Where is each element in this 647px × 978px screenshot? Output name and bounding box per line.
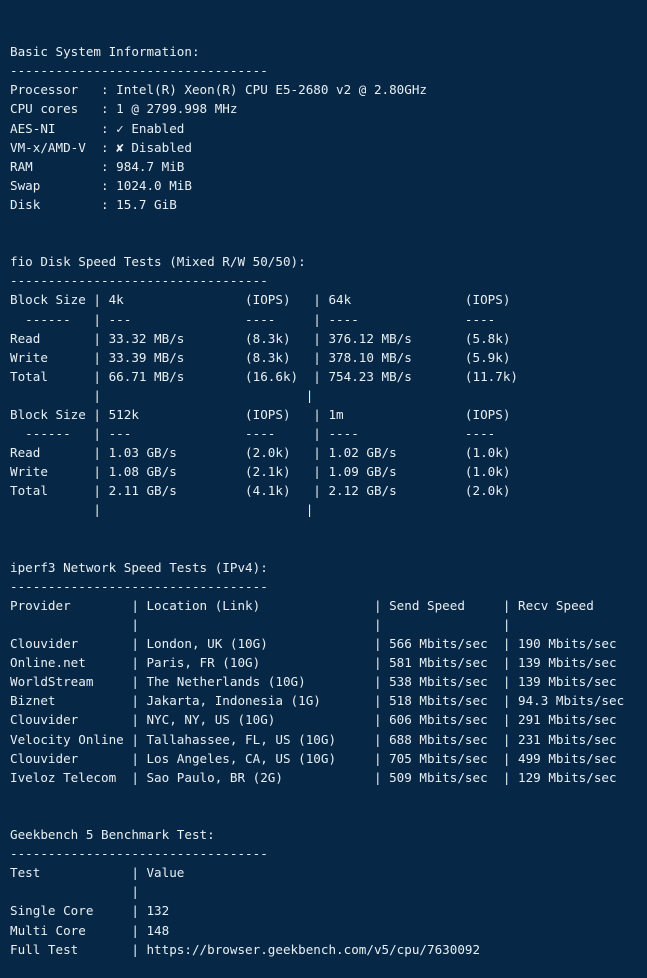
iperf-row-2: WorldStream | The Netherlands (10G) | 53… [10,674,617,690]
iperf-heading: iperf3 Network Speed Tests (IPv4): [10,559,268,575]
fio-block-1-row-1: Write | 1.08 GB/s (2.1k) | 1.09 GB/s (1.… [10,464,534,480]
system-info-row-5: Swap : 1024.0 MiB [10,177,192,193]
terminal-text-region: Basic System Information: ---------------… [10,42,647,959]
system-info-row-6: Disk : 15.7 GiB [10,196,177,212]
system-info-row-1: CPU cores : 1 @ 2799.998 MHz [10,101,238,117]
geekbench-heading: Geekbench 5 Benchmark Test: [10,827,215,843]
system-info-row-2: AES-NI : ✓ Enabled [10,120,185,136]
fio-heading: fio Disk Speed Tests (Mixed R/W 50/50): [10,254,306,270]
fio-block-0-trailing-pipes: | | [10,387,314,403]
system-info-rule: ---------------------------------- [10,63,268,79]
system-info-row-3: VM-x/AMD-V : ✘ Disabled [10,139,192,155]
geekbench-row-0: Single Core | 132 [10,903,170,919]
iperf-row-4: Clouvider | NYC, NY, US (10G) | 606 Mbit… [10,712,617,728]
fio-block-1-row-2: Total | 2.11 GB/s (4.1k) | 2.12 GB/s (2.… [10,483,534,499]
iperf-header-row: Provider | Location (Link) | Send Speed … [10,597,594,613]
fio-block-1-row-0: Read | 1.03 GB/s (2.0k) | 1.02 GB/s (1.0… [10,445,534,461]
iperf-header-pipes: | | | [10,617,511,632]
system-info-row-0: Processor : Intel(R) Xeon(R) CPU E5-2680… [10,82,428,98]
system-info-heading: Basic System Information: [10,44,200,60]
geekbench-header-pipe: | [10,884,139,900]
spacer-after-fio-2 [10,539,647,558]
system-info-row-4: RAM : 984.7 MiB [10,158,185,174]
iperf-row-3: Biznet | Jakarta, Indonesia (1G) | 518 M… [10,693,625,709]
fio-block-1-header: Block Size | 512k (IOPS) | 1m (IOPS) [10,406,534,422]
iperf-row-0: Clouvider | London, UK (10G) | 566 Mbits… [10,636,617,652]
fio-rule: ---------------------------------- [10,273,268,289]
fio-block-0-row-2: Total | 66.71 MB/s (16.6k) | 754.23 MB/s… [10,368,534,384]
fio-block-0-row-0: Read | 33.32 MB/s (8.3k) | 376.12 MB/s (… [10,330,534,346]
spacer-after-iperf-2 [10,806,647,825]
fio-block-1-trailing-pipes: | | [10,502,314,518]
geekbench-row-2: Full Test | https://browser.geekbench.co… [10,941,481,957]
terminal-output: Basic System Information: ---------------… [0,0,647,957]
iperf-row-6: Clouvider | Los Angeles, CA, US (10G) | … [10,750,617,766]
iperf-row-7: Iveloz Telecom | Sao Paulo, BR (2G) | 50… [10,769,617,785]
spacer-after-system-info-2 [10,233,647,252]
fio-block-1-divider: ------ | --- ---- | ---- ---- [10,426,534,442]
fio-block-0-divider: ------ | --- ---- | ---- ---- [10,311,534,327]
geekbench-row-1: Multi Core | 148 [10,922,170,938]
spacer-after-system-info [10,214,647,233]
fio-block-0-row-1: Write | 33.39 MB/s (8.3k) | 378.10 MB/s … [10,349,534,365]
iperf-row-5: Velocity Online | Tallahassee, FL, US (1… [10,731,617,747]
spacer-after-fio [10,520,647,539]
iperf-row-1: Online.net | Paris, FR (10G) | 581 Mbits… [10,655,617,671]
geekbench-header-row: Test | Value [10,865,185,881]
spacer-after-iperf [10,787,647,806]
fio-block-0-header: Block Size | 4k (IOPS) | 64k (IOPS) [10,292,534,308]
iperf-rule: ---------------------------------- [10,578,268,594]
